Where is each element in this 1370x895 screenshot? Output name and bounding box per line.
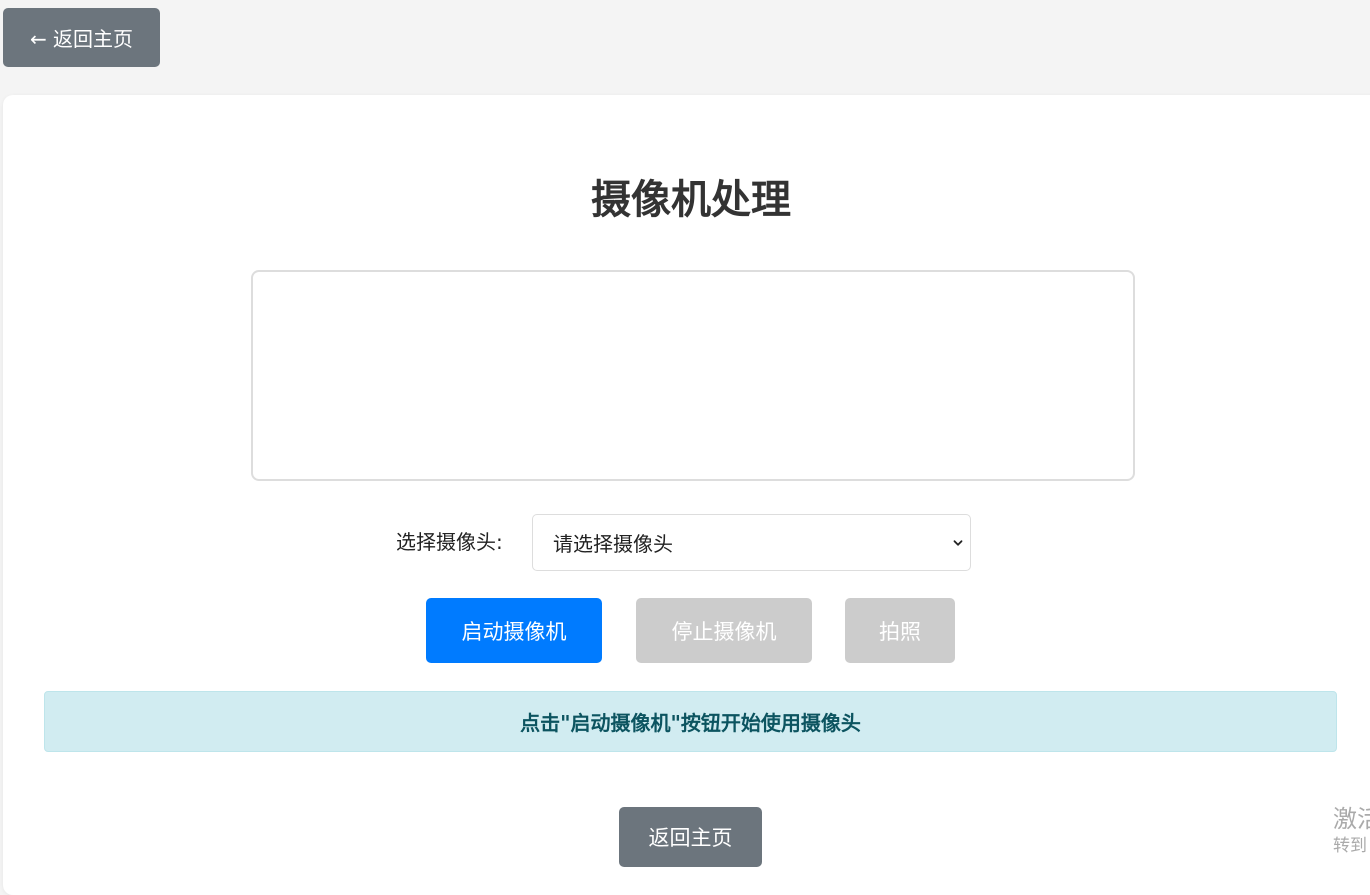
activation-watermark: 激活 转到: [1333, 803, 1370, 857]
page-title: 摄像机处理: [591, 177, 791, 223]
camera-select-value: 请选择摄像头: [553, 532, 673, 556]
take-photo-button[interactable]: 拍照: [845, 598, 955, 663]
watermark-line-2: 转到: [1333, 836, 1367, 856]
camera-preview: [251, 270, 1135, 481]
camera-select[interactable]: 请选择摄像头: [532, 514, 971, 571]
stop-camera-button[interactable]: 停止摄像机: [636, 598, 812, 663]
camera-select-label: 选择摄像头:: [396, 530, 503, 554]
chevron-down-icon: [953, 539, 963, 546]
back-home-button-bottom[interactable]: 返回主页: [619, 807, 762, 867]
start-camera-button[interactable]: 启动摄像机: [426, 598, 602, 663]
watermark-line-1: 激活: [1333, 805, 1370, 833]
back-home-button[interactable]: ← 返回主页: [3, 8, 160, 67]
status-message: 点击"启动摄像机"按钮开始使用摄像头: [44, 691, 1337, 752]
